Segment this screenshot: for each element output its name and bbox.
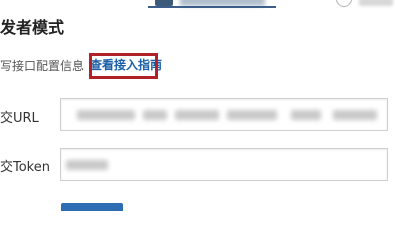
token-input[interactable] [60,148,388,181]
page-title: 发者模式 [0,18,65,37]
help-icon[interactable] [336,0,352,7]
masked-text [291,110,321,120]
masked-text [143,110,167,120]
masked-text [175,110,219,120]
guide-highlight-box [89,53,158,79]
url-label: 交URL [0,111,39,126]
masked-text [77,110,135,120]
top-tab-bar [0,0,395,8]
token-label: 交Token [0,160,50,175]
active-tab-underline [148,6,276,8]
submit-button[interactable] [61,203,123,211]
url-input[interactable] [60,98,388,131]
masked-text [333,110,377,120]
help-label-blurred[interactable] [359,0,393,6]
masked-text [227,110,277,120]
config-description: 写接口配置信息 [0,59,85,73]
masked-text [66,160,108,170]
